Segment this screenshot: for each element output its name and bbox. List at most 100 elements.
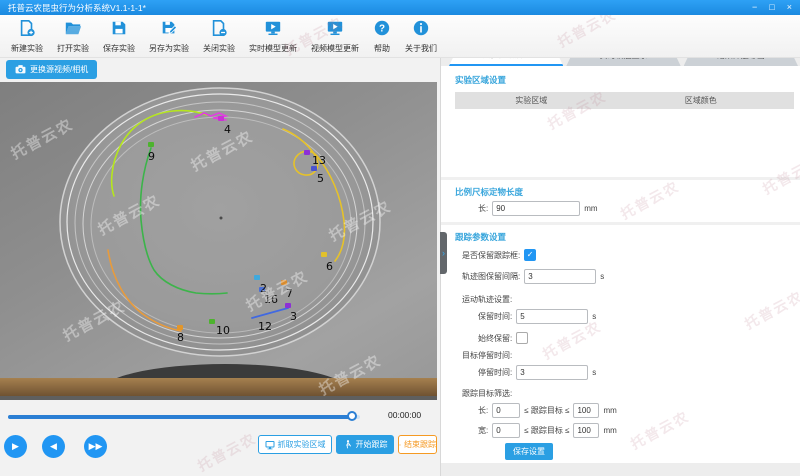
toolbar-item-save[interactable]: 保存实验 [96,18,142,55]
divider [441,177,800,180]
marker-label: 3 [290,310,297,323]
camera-icon [15,64,26,75]
stay-time-input[interactable] [516,365,588,380]
capture-area-button[interactable]: 抓取实验区域 [258,435,332,454]
scale-unit: mm [584,204,597,213]
toolbar-item-saveas[interactable]: 另存为实验 [142,18,196,55]
interval-input[interactable] [524,269,596,284]
toolbar-items: 新建实验 打开实验 保存实验 另存为实验 关闭实验 实时模型更新 视频模型更新 ?帮助关于我们 [4,18,444,55]
saveas-icon [160,19,178,42]
open-icon [64,19,82,42]
toolbar: 新建实验 打开实验 保存实验 另存为实验 关闭实验 实时模型更新 视频模型更新 ?帮助关于我们 [0,15,800,58]
end-tracking-button[interactable]: 结束跟踪 [398,435,437,454]
marker-label: 6 [326,260,333,273]
minimize-button[interactable]: − [752,0,757,15]
keep-box-label: 是否保留跟踪框: [462,250,520,261]
toolbar-item-monitor-play[interactable]: 实时模型更新 [242,18,304,55]
col-area: 实验区域 [455,95,608,106]
section-title-tracking: 跟踪参数设置 [455,231,800,243]
filter-length-min-input[interactable] [492,403,520,418]
monitor-play-icon [264,19,282,42]
stay-time-label: 停留时间: [478,367,512,378]
filter-length-label: 长: [478,405,488,416]
scale-length-input[interactable] [492,201,580,216]
settings-panel: › 实验参数设置实时轨迹显示结果筛选导出 实验区域设置 实验区域 区域颜色 比例… [440,44,800,476]
toolbar-item-help[interactable]: ?帮助 [366,18,398,55]
rewind-button[interactable]: ◀ [42,435,65,458]
marker-chip [304,150,310,155]
interval-label: 轨迹图保留间隔: [462,271,520,282]
panel-collapse-handle[interactable]: › [440,232,447,274]
time-display: 00:00:00 [388,410,421,420]
keep-time-label: 保留时间: [478,311,512,322]
toolbar-item-label: 关闭实验 [203,43,235,54]
settings-content: 实验区域设置 实验区域 区域颜色 比例尺标定物长度 长: mm 跟踪参数设置 是… [441,66,800,463]
section-title-scale: 比例尺标定物长度 [455,186,800,198]
filter-length-unit: mm [603,406,616,415]
col-color: 区域颜色 [608,95,794,106]
marker-chip [209,319,215,324]
progress-bar[interactable] [8,415,360,419]
keep-box-checkbox[interactable] [524,249,536,261]
always-keep-checkbox[interactable] [516,332,528,344]
keep-time-unit: s [592,312,596,321]
marker-chip [285,303,291,308]
about-icon [412,19,430,42]
new-icon [18,19,36,42]
toolbar-item-monitor-play2[interactable]: 视频模型更新 [304,18,366,55]
stay-title: 目标停留时间: [462,350,512,361]
play-button[interactable]: ▶ [4,435,27,458]
close-button[interactable]: × [787,0,792,15]
stay-time-unit: s [592,368,596,377]
interval-unit: s [600,272,604,281]
video-canvas: 4913562167312108 托普云农托普云农托普云农托普云农托普云农托普云… [0,82,437,400]
marker-chip [148,142,154,147]
filter-length-max-input[interactable] [573,403,599,418]
app-title: 托普云农昆虫行为分析系统V1.1-1-1* [8,2,146,14]
section-title-area: 实验区域设置 [455,74,800,86]
toolbar-item-label: 关于我们 [405,43,437,54]
filter-width-unit: mm [603,426,616,435]
toolbar-item-about[interactable]: 关于我们 [398,18,444,55]
motion-settings-label: 运动轨迹设置: [462,294,512,305]
toolbar-item-label: 视频模型更新 [311,43,359,54]
filter-width-max-input[interactable] [573,423,599,438]
divider [441,222,800,225]
toolbar-item-new[interactable]: 新建实验 [4,18,50,55]
close-exp-icon [210,19,228,42]
titlebar: 托普云农昆虫行为分析系统V1.1-1-1* − □ × [0,0,800,15]
filter-width-label: 宽: [478,425,488,436]
filter-width-mid: ≤ 跟踪目标 ≤ [524,425,569,436]
toolbar-item-label: 新建实验 [11,43,43,54]
forward-button[interactable]: ▶▶ [84,435,107,458]
area-table-empty [455,109,800,171]
marker-label: 8 [177,331,184,344]
marker-chip [177,325,183,330]
marker-label: 4 [224,123,231,136]
keep-time-input[interactable] [516,309,588,324]
scale-length-label: 长: [478,203,488,214]
toolbar-item-label: 打开实验 [57,43,89,54]
area-table-header: 实验区域 区域颜色 [455,92,794,109]
toolbar-item-open[interactable]: 打开实验 [50,18,96,55]
toolbar-item-close-exp[interactable]: 关闭实验 [196,18,242,55]
start-tracking-button[interactable]: 开始跟踪 [336,435,394,454]
progress-handle[interactable] [347,411,357,421]
toolbar-item-label: 另存为实验 [149,43,189,54]
always-keep-label: 始终保留: [478,333,512,344]
marker-label: 12 [258,320,272,333]
marker-label: 13 [312,154,326,167]
filter-width-min-input[interactable] [492,423,520,438]
toolbar-item-label: 保存实验 [103,43,135,54]
marker-chip [218,116,224,121]
toolbar-item-label: 实时模型更新 [249,43,297,54]
svg-text:?: ? [379,23,385,34]
change-source-button[interactable]: 更换源视频/相机 [6,60,97,79]
marker-label: 16 [264,293,278,306]
maximize-button[interactable]: □ [769,0,774,15]
marker-chip [321,252,327,257]
monitor-play2-icon [326,19,344,42]
marker-label: 7 [286,287,293,300]
marker-label: 10 [216,324,230,337]
save-settings-button[interactable]: 保存设置 [505,443,553,460]
